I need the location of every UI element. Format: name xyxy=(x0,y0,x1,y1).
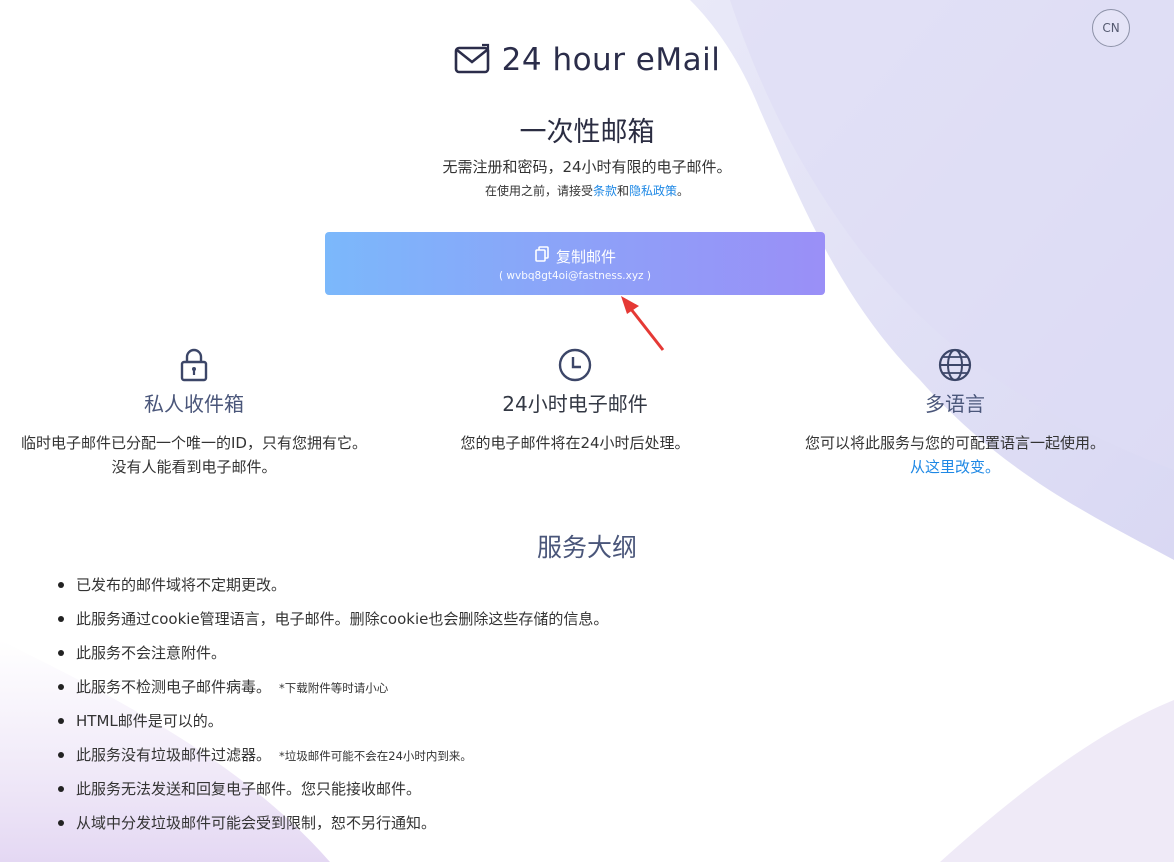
globe-icon xyxy=(775,348,1135,384)
feature-title: 私人收件箱 xyxy=(144,392,244,416)
item-text: HTML邮件是可以的。 xyxy=(76,712,223,730)
feature-private-inbox: 私人收件箱 临时电子邮件已分配一个唯一的ID，只有您拥有它。没有人能看到电子邮件… xyxy=(14,348,374,479)
clock-icon xyxy=(395,348,755,384)
feature-title: 多语言 xyxy=(925,392,985,416)
site-logo[interactable]: 24 hour eMail xyxy=(0,38,1174,82)
terms-prefix: 在使用之前，请接受 xyxy=(484,184,593,198)
email-address: ( wvbq8gt4oi@fastness.xyz ) xyxy=(498,269,652,282)
feature-multilanguage: 多语言 您可以将此服务与您的可配置语言一起使用。 从这里改变。 xyxy=(775,348,1135,479)
feature-24h-email: 24小时电子邮件 您的电子邮件将在24小时后处理。 xyxy=(395,348,755,455)
terms-notice: 在使用之前，请接受条款和隐私政策。 xyxy=(0,182,1174,199)
feature-description: 您的电子邮件将在24小时后处理。 xyxy=(460,434,690,452)
feature-description: 临时电子邮件已分配一个唯一的ID，只有您拥有它。没有人能看到电子邮件。 xyxy=(21,434,367,476)
terms-and: 和 xyxy=(616,184,629,198)
feature-description: 您可以将此服务与您的可配置语言一起使用。 从这里改变。 xyxy=(775,431,1135,479)
copy-email-button[interactable]: 复制邮件 ( wvbq8gt4oi@fastness.xyz ) xyxy=(325,232,825,295)
page-subtitle: 无需注册和密码，24小时有限的电子邮件。 xyxy=(442,158,732,176)
list-item: 此服务没有垃圾邮件过滤器。 *垃圾邮件可能不会在24小时内到来。 xyxy=(56,743,608,777)
item-note: *垃圾邮件可能不会在24小时内到来。 xyxy=(279,749,472,763)
change-language-link[interactable]: 从这里改变。 xyxy=(910,458,1000,476)
lock-icon xyxy=(14,348,374,384)
list-item: 此服务不检测电子邮件病毒。 *下载附件等时请小心 xyxy=(56,675,608,709)
page-title: 一次性邮箱 xyxy=(519,117,655,148)
item-text: 从域中分发垃圾邮件可能会受到限制，恕不另行通知。 xyxy=(76,814,437,832)
item-text: 此服务无法发送和回复电子邮件。您只能接收邮件。 xyxy=(76,780,422,798)
list-item: 从域中分发垃圾邮件可能会受到限制，恕不另行通知。 xyxy=(56,811,608,845)
terms-link[interactable]: 条款 xyxy=(593,184,617,198)
privacy-policy-link[interactable]: 隐私政策 xyxy=(629,184,677,198)
list-item: 此服务无法发送和回复电子邮件。您只能接收邮件。 xyxy=(56,777,608,811)
copy-icon xyxy=(534,246,550,266)
copy-email-label: 复制邮件 xyxy=(555,247,616,266)
item-note: *下载附件等时请小心 xyxy=(279,681,389,695)
feature-title: 24小时电子邮件 xyxy=(502,392,648,416)
list-item: 此服务通过cookie管理语言，电子邮件。删除cookie也会删除这些存储的信息… xyxy=(56,607,608,641)
item-text: 此服务没有垃圾邮件过滤器。 xyxy=(76,746,272,764)
list-item: 已发布的邮件域将不定期更改。 xyxy=(56,573,608,607)
mail-refresh-icon xyxy=(454,43,492,77)
item-text: 此服务通过cookie管理语言，电子邮件。删除cookie也会删除这些存储的信息… xyxy=(76,610,609,628)
terms-suffix: 。 xyxy=(677,184,690,198)
outline-title: 服务大纲 xyxy=(536,533,637,562)
feature-text: 您可以将此服务与您的可配置语言一起使用。 xyxy=(804,434,1105,452)
outline-list: 已发布的邮件域将不定期更改。 此服务通过cookie管理语言，电子邮件。删除co… xyxy=(56,573,608,845)
item-text: 已发布的邮件域将不定期更改。 xyxy=(76,576,287,594)
item-text: 此服务不会注意附件。 xyxy=(76,644,227,662)
red-arrow-annotation xyxy=(615,294,669,356)
list-item: 此服务不会注意附件。 xyxy=(56,641,608,675)
list-item: HTML邮件是可以的。 xyxy=(56,709,608,743)
logo-text: 24 hour eMail xyxy=(501,42,721,78)
item-text: 此服务不检测电子邮件病毒。 xyxy=(76,678,272,696)
